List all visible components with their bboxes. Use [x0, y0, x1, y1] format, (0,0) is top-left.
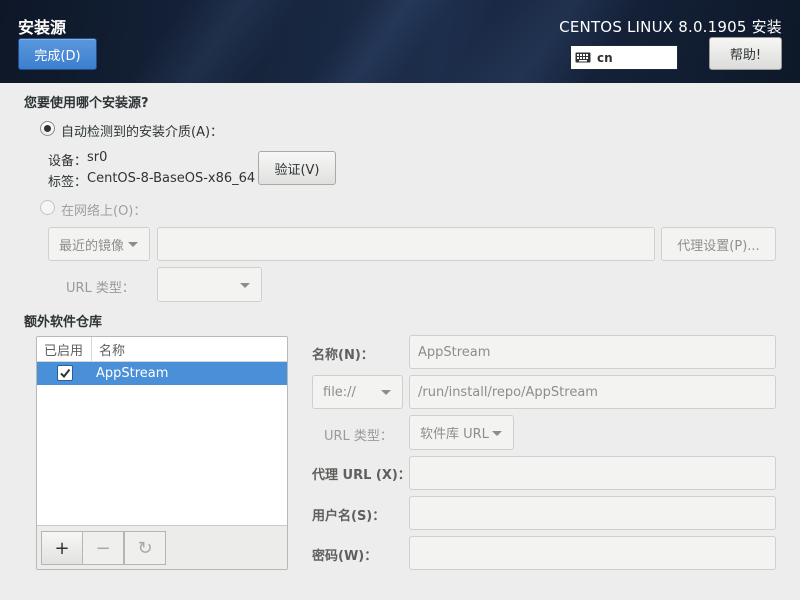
minus-icon: −: [95, 537, 111, 559]
remove-repo-button[interactable]: −: [82, 531, 124, 565]
chevron-down-icon: [128, 242, 138, 247]
auto-detect-radio[interactable]: [40, 121, 55, 136]
verify-button[interactable]: 验证(V): [258, 151, 336, 185]
header-decoration: [100, 0, 320, 83]
header-bar: 安装源 完成(D) CENTOS LINUX 8.0.1905 安装 cn 帮助…: [0, 0, 800, 83]
network-label: 在网络上(O)：: [61, 204, 147, 219]
plus-icon: +: [54, 537, 70, 559]
tag-label: 标签：: [48, 175, 88, 190]
repo-proxy-label: 代理 URL (X)：: [312, 468, 411, 483]
repo-url-type-value: 软件库 URL: [420, 427, 489, 442]
repo-name-input[interactable]: AppStream: [409, 335, 776, 369]
repo-url-type-combo[interactable]: 软件库 URL: [409, 415, 514, 450]
help-button[interactable]: 帮助!: [709, 37, 782, 70]
repo-proxy-input[interactable]: [409, 456, 776, 490]
proxy-settings-button[interactable]: 代理设置(P)...: [661, 227, 776, 261]
add-repo-button[interactable]: +: [41, 531, 83, 565]
mirror-combo[interactable]: 最近的镜像: [48, 227, 150, 261]
network-url-input[interactable]: [157, 227, 655, 261]
column-header-enabled[interactable]: 已启用: [37, 337, 92, 362]
keyboard-layout-indicator[interactable]: cn: [570, 45, 678, 70]
repo-username-label: 用户名(S)：: [312, 509, 386, 524]
repo-password-label: 密码(W)：: [312, 549, 378, 564]
repo-row[interactable]: AppStream: [37, 362, 287, 385]
header-decoration: [420, 0, 660, 83]
url-type-combo[interactable]: [157, 267, 262, 302]
chevron-down-icon: [381, 390, 391, 395]
mirror-combo-value: 最近的镜像: [59, 238, 125, 254]
network-radio[interactable]: [40, 200, 55, 215]
repo-toolbar: + − ↻: [37, 525, 287, 569]
repo-url-input[interactable]: /run/install/repo/AppStream: [409, 375, 776, 409]
done-button[interactable]: 完成(D): [18, 38, 97, 70]
product-title: CENTOS LINUX 8.0.1905 安装: [559, 18, 782, 36]
refresh-repo-button[interactable]: ↻: [124, 531, 166, 565]
repo-enabled-checkbox[interactable]: [57, 365, 73, 381]
checkmark-icon: [60, 368, 71, 379]
device-label: 设备：: [48, 154, 88, 169]
column-header-name[interactable]: 名称: [93, 337, 125, 362]
additional-repos-heading: 额外软件仓库: [24, 315, 103, 330]
url-type-label: URL 类型：: [66, 281, 135, 296]
repo-url-type-label: URL 类型：: [324, 429, 393, 444]
repo-protocol-combo[interactable]: file://: [312, 375, 403, 409]
repo-name-label: 名称(N)：: [312, 348, 374, 363]
chevron-down-icon: [240, 282, 250, 288]
repo-username-input[interactable]: [409, 496, 776, 530]
device-value: sr0: [87, 150, 108, 165]
tag-value: CentOS-8-BaseOS-x86_64: [87, 171, 256, 186]
auto-detect-label: 自动检测到的安装介质(A)：: [61, 125, 224, 140]
repo-list-header: 已启用 名称: [37, 337, 287, 362]
repo-protocol-value: file://: [323, 384, 356, 400]
refresh-icon: ↻: [137, 537, 153, 559]
keyboard-layout-label: cn: [597, 50, 613, 65]
page-title: 安装源: [18, 18, 67, 37]
keyboard-icon: [575, 52, 591, 63]
header-decoration: [280, 0, 470, 83]
repo-name: AppStream: [96, 366, 169, 381]
repo-password-input[interactable]: [409, 536, 776, 570]
source-question-heading: 您要使用哪个安装源?: [24, 96, 149, 111]
repo-list[interactable]: 已启用 名称 AppStream + − ↻: [36, 336, 288, 570]
chevron-down-icon: [492, 430, 502, 436]
